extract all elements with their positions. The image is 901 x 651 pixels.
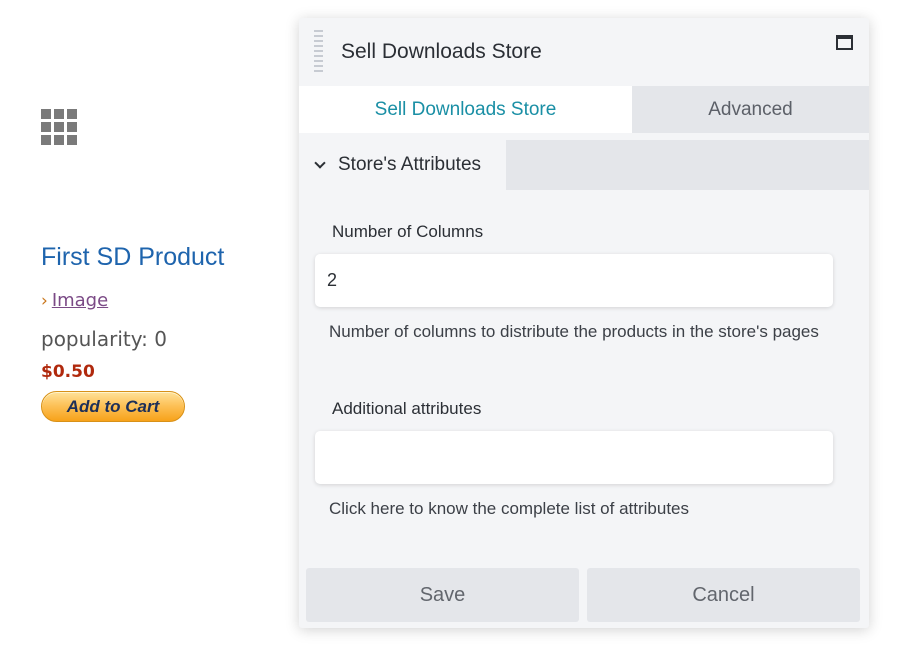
add-to-cart-label: Add to Cart: [66, 396, 160, 416]
product-price: $0.50: [41, 362, 95, 382]
attributes-help-link[interactable]: Click here to know the complete list of …: [329, 498, 829, 520]
attributes-label: Additional attributes: [332, 399, 482, 418]
product-image-link[interactable]: › Image: [41, 290, 108, 311]
cancel-button[interactable]: Cancel: [587, 568, 860, 622]
section-stores-attributes[interactable]: Store's Attributes: [299, 140, 506, 190]
page: First SD Product › Image popularity: 0 $0…: [0, 0, 901, 651]
drag-handle-icon[interactable]: [314, 30, 323, 74]
panel-title: Sell Downloads Store: [341, 40, 542, 63]
settings-panel: Sell Downloads Store Sell Downloads Stor…: [299, 18, 869, 628]
product-image-link-label[interactable]: Image: [52, 290, 108, 311]
attributes-input[interactable]: [315, 431, 833, 484]
product-popularity: popularity: 0: [41, 327, 167, 351]
section-label: Store's Attributes: [338, 154, 482, 175]
add-to-cart-button[interactable]: Add to Cart: [41, 391, 185, 422]
tab-advanced[interactable]: Advanced: [632, 86, 869, 133]
columns-help: Number of columns to distribute the prod…: [329, 322, 819, 341]
section-bar: Store's Attributes: [299, 140, 869, 190]
tab-sell-downloads-store[interactable]: Sell Downloads Store: [299, 86, 632, 133]
maximize-icon[interactable]: [836, 35, 853, 50]
chevron-down-icon: [314, 156, 326, 169]
columns-input[interactable]: [315, 254, 833, 307]
panel-header[interactable]: Sell Downloads Store: [299, 18, 869, 86]
save-button[interactable]: Save: [306, 568, 579, 622]
product-title[interactable]: First SD Product: [41, 243, 224, 272]
tab-bar: Sell Downloads Store Advanced: [299, 86, 869, 133]
grid-icon[interactable]: [41, 109, 77, 145]
chevron-right-icon: ›: [41, 291, 48, 311]
columns-label: Number of Columns: [332, 222, 484, 241]
